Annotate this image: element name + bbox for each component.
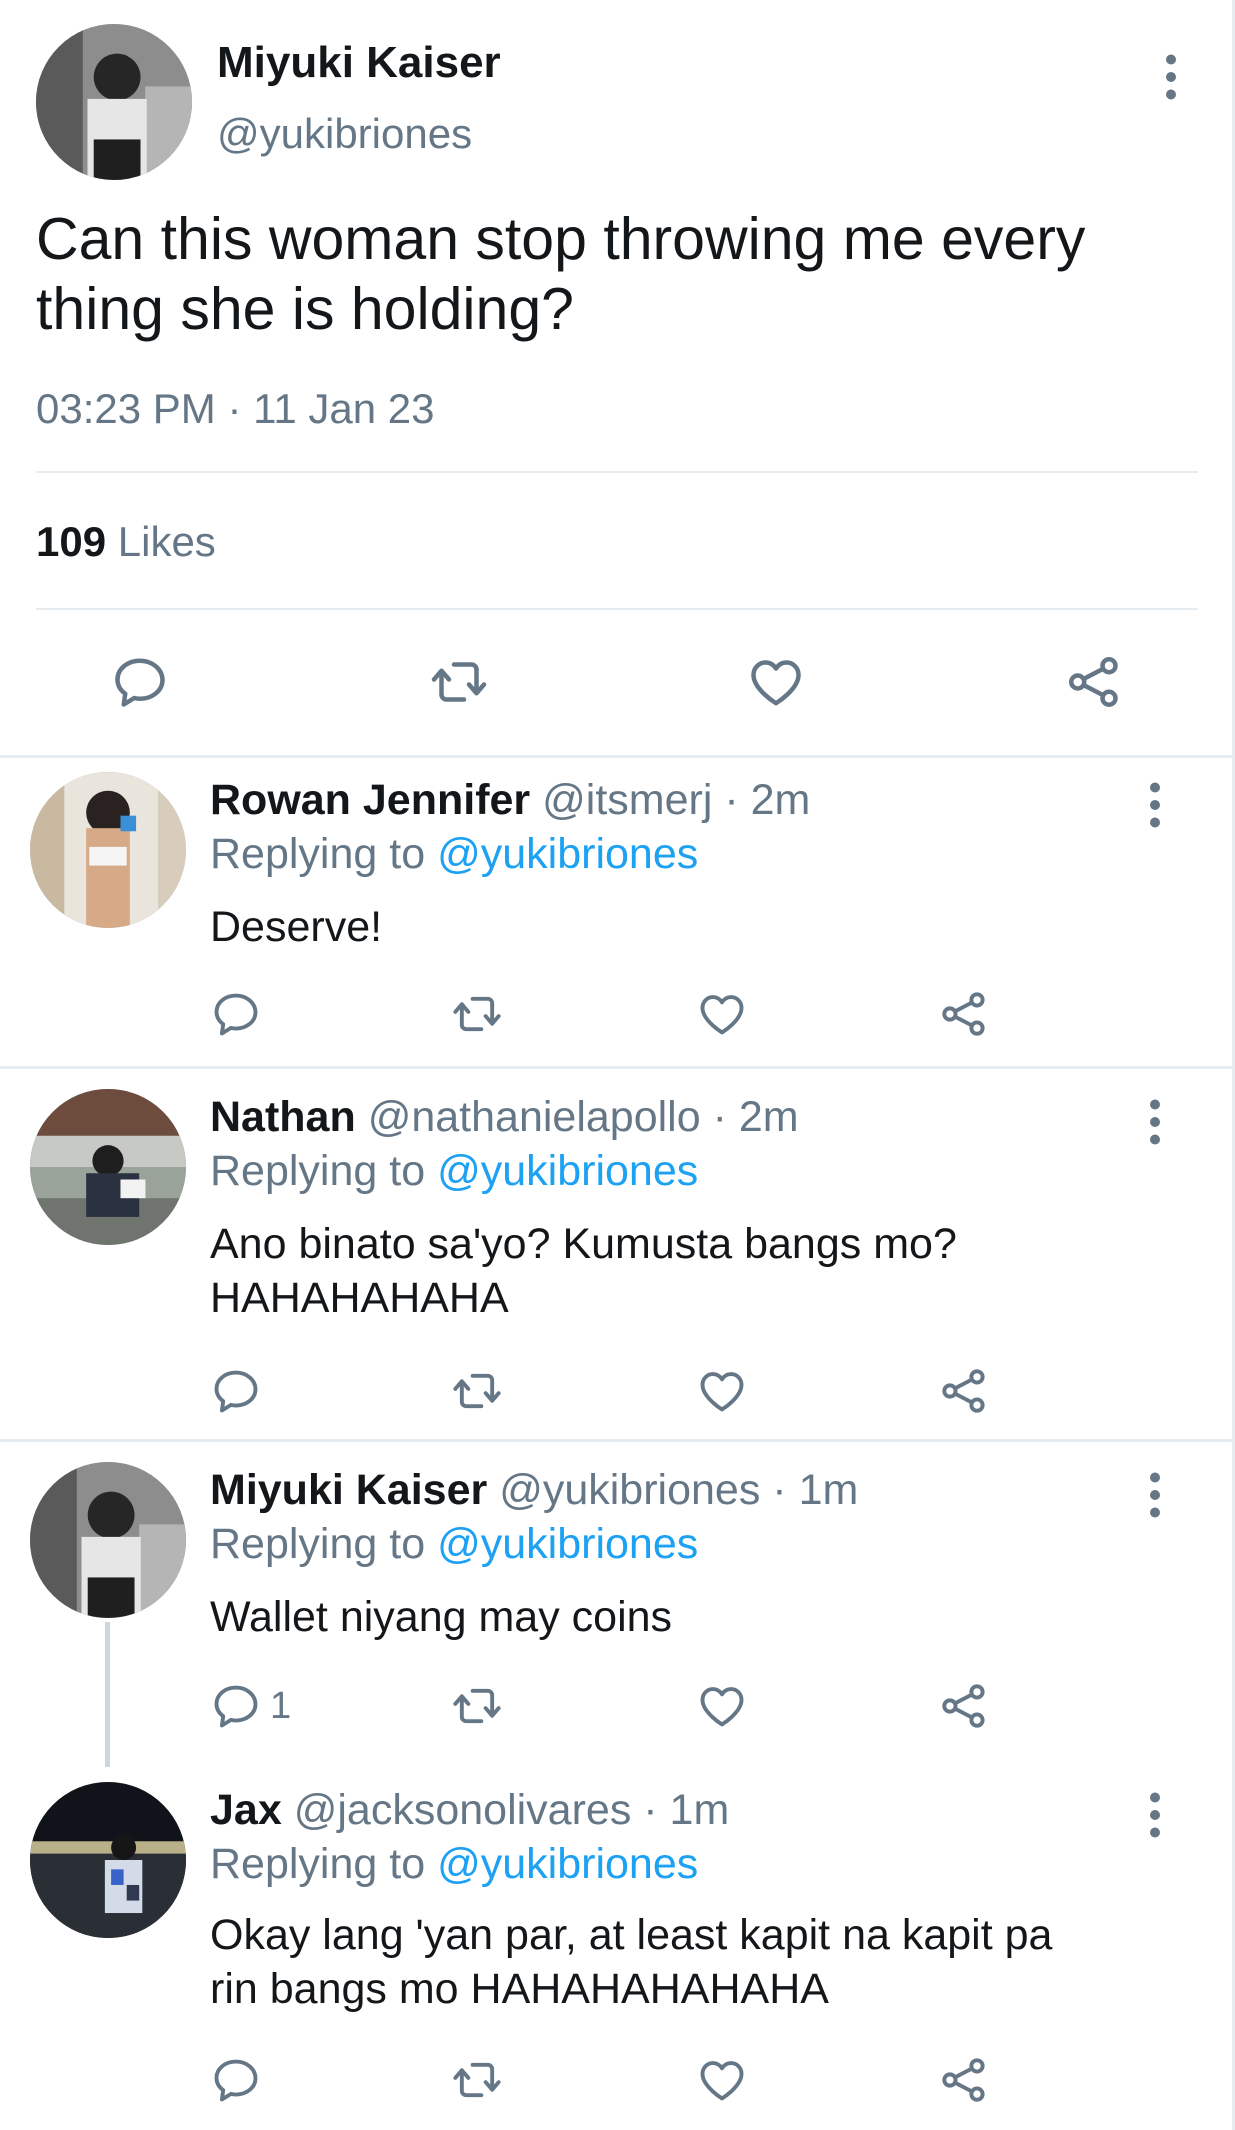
avatar[interactable]	[30, 1782, 186, 1938]
share-button[interactable]	[1064, 652, 1124, 712]
replying-to: Replying to @yukibriones	[210, 1840, 698, 1889]
replying-to: Replying to @yukibriones	[210, 1520, 698, 1569]
like-icon	[696, 2054, 748, 2106]
retweet-icon	[450, 1680, 504, 1732]
replying-to-label: Replying to	[210, 830, 426, 878]
retweet-button[interactable]	[450, 988, 504, 1040]
more-vertical-icon[interactable]	[1140, 780, 1170, 830]
more-vertical-icon[interactable]	[1140, 1470, 1170, 1520]
author-handle[interactable]: @nathanielapollo	[368, 1093, 701, 1141]
replying-to-mention[interactable]: @yukibriones	[437, 830, 698, 878]
replying-to-mention[interactable]: @yukibriones	[437, 1520, 698, 1568]
replying-to: Replying to @yukibriones	[210, 830, 698, 879]
reply-icon	[210, 1680, 262, 1732]
share-icon	[938, 988, 990, 1040]
main-tweet: Miyuki Kaiser @yukibriones Can this woma…	[0, 0, 1232, 757]
share-button[interactable]	[938, 1365, 990, 1417]
reply-text: Deserve!	[210, 903, 383, 951]
like-icon	[696, 1680, 748, 1732]
reply-icon	[210, 1365, 262, 1417]
tweet-text: Can this woman stop throwing me every th…	[36, 206, 1086, 342]
reply-header: Miyuki Kaiser @yukibriones · 1m	[210, 1466, 858, 1515]
reply-header: Jax @jacksonolivares · 1m	[210, 1786, 729, 1835]
replying-to-label: Replying to	[210, 1840, 426, 1888]
reply-tweet: Nathan @nathanielapollo · 2m Replying to…	[0, 1069, 1232, 1439]
reply-icon	[210, 2054, 262, 2106]
share-icon	[1064, 652, 1124, 712]
share-button[interactable]	[938, 2054, 990, 2106]
like-icon	[746, 652, 806, 712]
author-handle[interactable]: @itsmerj	[542, 776, 712, 824]
author-handle[interactable]: @yukibriones	[217, 110, 472, 158]
like-icon	[696, 1365, 748, 1417]
reply-time: · 2m	[712, 1093, 799, 1141]
avatar[interactable]	[36, 24, 192, 180]
retweet-icon	[450, 2054, 504, 2106]
reply-time: · 1m	[643, 1786, 730, 1834]
author-name[interactable]: Nathan	[210, 1093, 356, 1141]
reply-time: · 2m	[724, 776, 811, 824]
reply-tweet: Jax @jacksonolivares · 1m Replying to @y…	[0, 1760, 1232, 2130]
author-name[interactable]: Jax	[210, 1786, 282, 1834]
retweet-icon	[450, 988, 504, 1040]
thread-line	[105, 1622, 110, 1767]
share-button[interactable]	[938, 1680, 990, 1732]
reply-count: 1	[270, 1684, 292, 1727]
reply-tweet: Rowan Jennifer @itsmerj · 2m Replying to…	[0, 758, 1232, 1066]
likes-label: Likes	[117, 518, 216, 565]
divider	[36, 608, 1198, 610]
reply-button[interactable]: 1	[210, 1680, 291, 1732]
reply-icon	[210, 988, 262, 1040]
replying-to-label: Replying to	[210, 1147, 426, 1195]
author-handle[interactable]: @jacksonolivares	[294, 1786, 632, 1834]
share-icon	[938, 2054, 990, 2106]
retweet-icon	[428, 652, 490, 712]
reply-button[interactable]	[210, 1365, 270, 1417]
reply-time: · 1m	[772, 1466, 859, 1514]
replying-to-mention[interactable]: @yukibriones	[437, 1840, 698, 1888]
like-button[interactable]	[696, 988, 748, 1040]
like-button[interactable]	[696, 2054, 748, 2106]
retweet-button[interactable]	[450, 1680, 504, 1732]
share-button[interactable]	[938, 988, 990, 1040]
reply-tweet: Miyuki Kaiser @yukibriones · 1m Replying…	[0, 1442, 1232, 1767]
retweet-button[interactable]	[450, 2054, 504, 2106]
likes-number: 109	[36, 518, 107, 565]
retweet-icon	[450, 1365, 504, 1417]
avatar[interactable]	[30, 772, 186, 928]
reply-button[interactable]	[210, 988, 270, 1040]
reply-text: Ano binato sa'yo? Kumusta bangs mo? HAHA…	[210, 1220, 957, 1322]
reply-button[interactable]	[210, 2054, 270, 2106]
reply-header: Nathan @nathanielapollo · 2m	[210, 1093, 799, 1142]
reply-header: Rowan Jennifer @itsmerj · 2m	[210, 776, 810, 825]
retweet-button[interactable]	[428, 652, 490, 712]
reply-text: Wallet niyang may coins	[210, 1593, 673, 1641]
share-icon	[938, 1680, 990, 1732]
share-icon	[938, 1365, 990, 1417]
likes-count[interactable]: 109 Likes	[36, 518, 216, 566]
avatar[interactable]	[30, 1089, 186, 1245]
more-vertical-icon[interactable]	[1140, 1097, 1170, 1147]
like-button[interactable]	[746, 652, 806, 712]
replying-to-label: Replying to	[210, 1520, 426, 1568]
like-button[interactable]	[696, 1365, 748, 1417]
more-vertical-icon[interactable]	[1156, 52, 1186, 102]
replying-to: Replying to @yukibriones	[210, 1147, 698, 1196]
reply-text: Okay lang 'yan par, at least kapit na ka…	[210, 1911, 1053, 2013]
divider	[36, 471, 1198, 473]
reply-button[interactable]	[110, 652, 170, 712]
author-name[interactable]: Miyuki Kaiser	[210, 1466, 487, 1514]
author-name[interactable]: Rowan Jennifer	[210, 776, 530, 824]
like-button[interactable]	[696, 1680, 748, 1732]
like-icon	[696, 988, 748, 1040]
more-vertical-icon[interactable]	[1140, 1790, 1170, 1840]
avatar[interactable]	[30, 1462, 186, 1618]
reply-icon	[110, 652, 170, 712]
author-name[interactable]: Miyuki Kaiser	[217, 38, 501, 88]
author-handle[interactable]: @yukibriones	[499, 1466, 760, 1514]
replying-to-mention[interactable]: @yukibriones	[437, 1147, 698, 1195]
retweet-button[interactable]	[450, 1365, 504, 1417]
tweet-timestamp: 03:23 PM · 11 Jan 23	[36, 385, 435, 432]
